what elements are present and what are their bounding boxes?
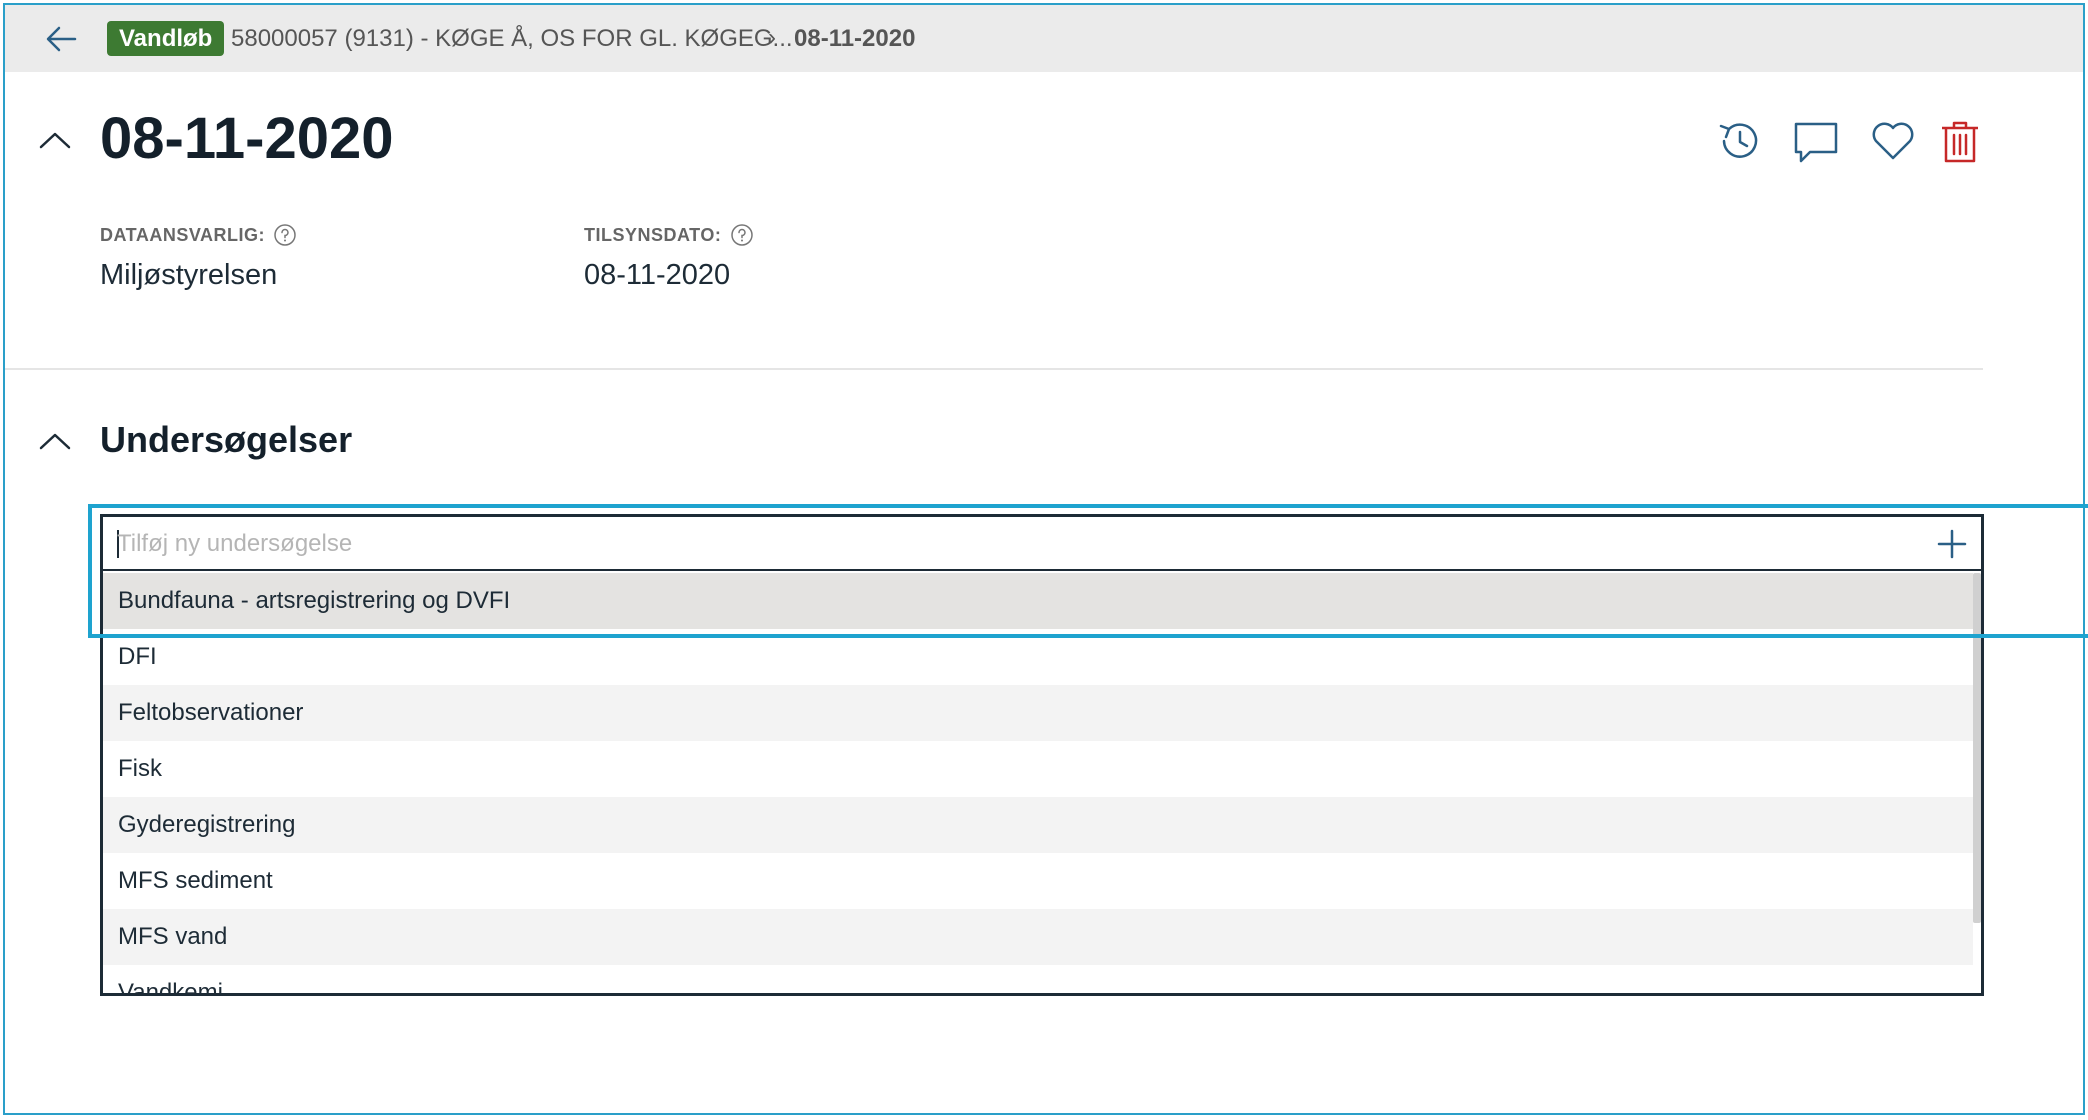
tilsynsdato-value: 08-11-2020 — [584, 259, 731, 291]
list-item[interactable]: Bundfauna - artsregistrering og DVFI — [103, 573, 1973, 629]
list-item[interactable]: DFI — [103, 629, 1973, 685]
trash-icon[interactable] — [1936, 116, 1984, 166]
list-item[interactable]: MFS vand — [103, 909, 1973, 965]
tilsynsdato-label: TILSYNSDATO: — [584, 225, 722, 245]
help-icon[interactable] — [273, 223, 297, 247]
list-item[interactable]: Gyderegistrering — [103, 797, 1973, 853]
breadcrumb: Vandløb 58000057 (9131) - KØGE Å, OS FOR… — [5, 5, 2083, 72]
help-icon[interactable] — [730, 223, 754, 247]
list-item[interactable]: Feltobservationer — [103, 685, 1973, 741]
arrow-left-icon[interactable] — [41, 19, 81, 59]
page-title: 08-11-2020 — [100, 106, 394, 171]
type-badge[interactable]: Vandløb — [107, 21, 225, 56]
chevron-up-icon[interactable] — [36, 122, 74, 160]
history-icon[interactable] — [1715, 116, 1763, 166]
search-row — [103, 517, 1981, 571]
list-item[interactable]: Vandkemi — [103, 965, 1973, 993]
heart-icon[interactable] — [1869, 116, 1917, 166]
options-list: Bundfauna - artsregistrering og DVFI DFI… — [103, 573, 1973, 993]
breadcrumb-parent[interactable]: 58000057 (9131) - KØGE Å, OS FOR GL. KØG… — [231, 25, 793, 53]
scrollbar[interactable] — [1973, 573, 1981, 923]
dataansvarlig-value: Miljøstyrelsen — [100, 259, 278, 291]
plus-icon[interactable] — [1935, 527, 1969, 561]
comment-icon[interactable] — [1792, 116, 1840, 166]
section-title: Undersøgelser — [100, 419, 353, 460]
list-item[interactable]: MFS sediment — [103, 853, 1973, 909]
add-investigation-input[interactable] — [117, 525, 1897, 563]
add-investigation-combobox: Bundfauna - artsregistrering og DVFI DFI… — [100, 514, 1984, 996]
section-divider — [5, 368, 1983, 370]
chevron-up-icon[interactable] — [36, 423, 74, 461]
list-item[interactable]: Fisk — [103, 741, 1973, 797]
dataansvarlig-label: DATAANSVARLIG: — [100, 225, 265, 245]
breadcrumb-current: 08-11-2020 — [794, 25, 916, 52]
breadcrumb-separator: › — [768, 24, 776, 51]
